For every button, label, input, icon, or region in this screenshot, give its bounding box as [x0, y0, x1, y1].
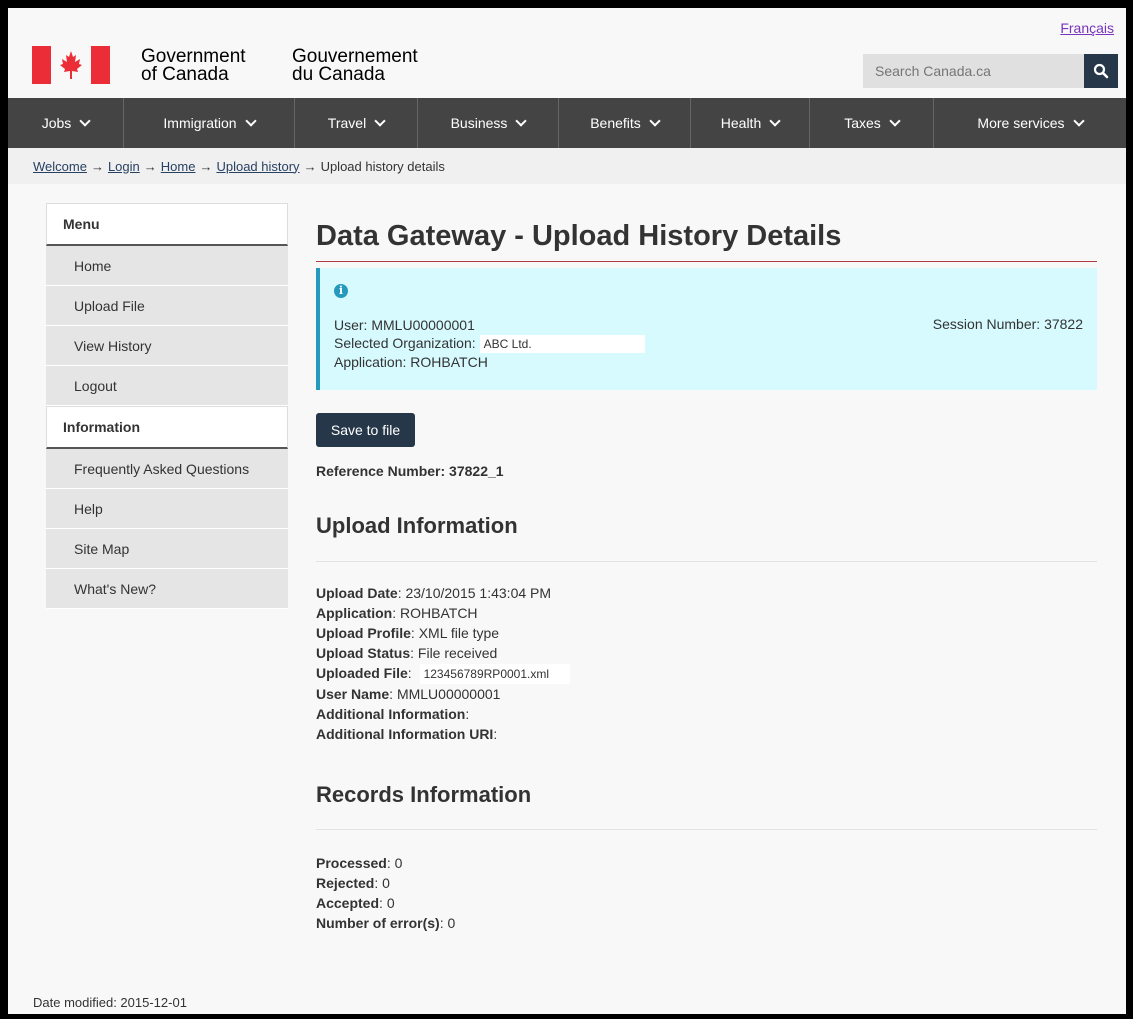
nav-more-services[interactable]: More services — [934, 98, 1126, 148]
breadcrumb-current: Upload history details — [320, 158, 445, 174]
user-name-value: MMLU00000001 — [396, 686, 501, 702]
arrow-right-icon: → — [303, 158, 317, 174]
arrow-right-icon: → — [199, 158, 213, 174]
chevron-down-icon — [1072, 115, 1085, 127]
nav-health[interactable]: Health — [691, 98, 810, 148]
search-input[interactable] — [863, 54, 1085, 88]
information-heading: Information — [46, 406, 288, 449]
divider — [316, 829, 1097, 830]
upload-date-value: 23/10/2015 1:43:04 PM — [405, 585, 552, 601]
maple-leaf-icon — [60, 51, 82, 79]
save-to-file-button[interactable]: Save to file — [316, 413, 415, 447]
sidebar-item-whats-new[interactable]: What's New? — [46, 569, 288, 609]
sidebar-item-site-map[interactable]: Site Map — [46, 529, 288, 569]
records-information-heading: Records Information — [316, 782, 532, 807]
alert-details: User: MMLU00000001 Selected Organization… — [334, 316, 645, 371]
upload-information-heading: Upload Information — [316, 513, 518, 538]
breadcrumb-upload-history[interactable]: Upload history — [216, 159, 299, 174]
session-number: Session Number: 37822 — [932, 316, 1083, 332]
user-value: MMLU00000001 — [371, 317, 475, 333]
chevron-down-icon — [79, 115, 91, 127]
nav-benefits[interactable]: Benefits — [559, 98, 691, 148]
chevron-down-icon — [374, 115, 386, 127]
application-value: ROHBATCH — [410, 354, 488, 370]
chevron-down-icon — [244, 115, 257, 127]
search-button[interactable] — [1084, 54, 1118, 88]
language-toggle-link[interactable]: Français — [1060, 20, 1114, 36]
sidebar-item-logout[interactable]: Logout — [46, 366, 288, 406]
nav-taxes[interactable]: Taxes — [810, 98, 934, 148]
upload-status-value: File received — [417, 645, 498, 661]
date-modified: Date modified: 2015-12-01 — [33, 995, 187, 1010]
records-information-fields: Processed: 0 Rejected: 0 Accepted: 0 Num… — [316, 855, 456, 931]
nav-jobs[interactable]: Jobs — [8, 98, 124, 148]
flag-right-bar — [91, 46, 110, 84]
canada-flag-logo[interactable] — [32, 46, 110, 84]
breadcrumb-welcome[interactable]: Welcome — [33, 159, 87, 174]
flag-left-bar — [32, 46, 51, 84]
chevron-down-icon — [649, 115, 661, 127]
sidebar-item-view-history[interactable]: View History — [46, 326, 288, 366]
sidebar-item-home[interactable]: Home — [46, 246, 288, 286]
session-info-alert: i User: MMLU00000001 Selected Organizati… — [316, 268, 1097, 390]
info-icon: i — [334, 284, 348, 298]
application-field-value: ROHBATCH — [400, 605, 478, 621]
reference-number: Reference Number: 37822_1 — [316, 463, 504, 479]
divider — [316, 561, 1097, 562]
uploaded-file-value: 123456789RP0001.xml — [419, 664, 570, 684]
nav-business[interactable]: Business — [418, 98, 559, 148]
search-icon — [1093, 63, 1109, 79]
page-title: Data Gateway - Upload History Details — [316, 220, 1097, 262]
sidebar-menu: Menu Home Upload File View History Logou… — [46, 203, 288, 609]
arrow-right-icon: → — [143, 158, 157, 174]
upload-information-fields: Upload Date: 23/10/2015 1:43:04 PM Appli… — [316, 583, 570, 744]
main-content: Data Gateway - Upload History Details i … — [316, 220, 1097, 931]
site-header: Français Government of Canada Gouverneme… — [8, 8, 1126, 98]
rejected-value: 0 — [382, 875, 390, 891]
signature-french: Gouvernement du Canada — [292, 46, 418, 85]
errors-value: 0 — [447, 915, 456, 931]
breadcrumb-home[interactable]: Home — [161, 159, 196, 174]
site-search — [863, 54, 1118, 88]
signature-english: Government of Canada — [141, 46, 246, 85]
processed-value: 0 — [394, 855, 403, 871]
sidebar-item-upload-file[interactable]: Upload File — [46, 286, 288, 326]
main-nav: Jobs Immigration Travel Business Benefit… — [8, 98, 1126, 148]
breadcrumb-login[interactable]: Login — [108, 159, 140, 174]
accepted-value: 0 — [386, 895, 395, 911]
organization-value: ABC Ltd. — [479, 335, 645, 353]
upload-profile-value: XML file type — [418, 625, 500, 641]
sidebar-item-faq[interactable]: Frequently Asked Questions — [46, 449, 288, 489]
nav-immigration[interactable]: Immigration — [124, 98, 295, 148]
chevron-down-icon — [889, 115, 901, 127]
reference-value: 37822_1 — [449, 463, 504, 479]
nav-travel[interactable]: Travel — [295, 98, 418, 148]
arrow-right-icon: → — [90, 158, 104, 174]
chevron-down-icon — [515, 115, 528, 127]
breadcrumb: Welcome → Login → Home → Upload history … — [8, 148, 1126, 184]
menu-heading: Menu — [46, 203, 288, 246]
sidebar-item-help[interactable]: Help — [46, 489, 288, 529]
chevron-down-icon — [769, 115, 781, 127]
